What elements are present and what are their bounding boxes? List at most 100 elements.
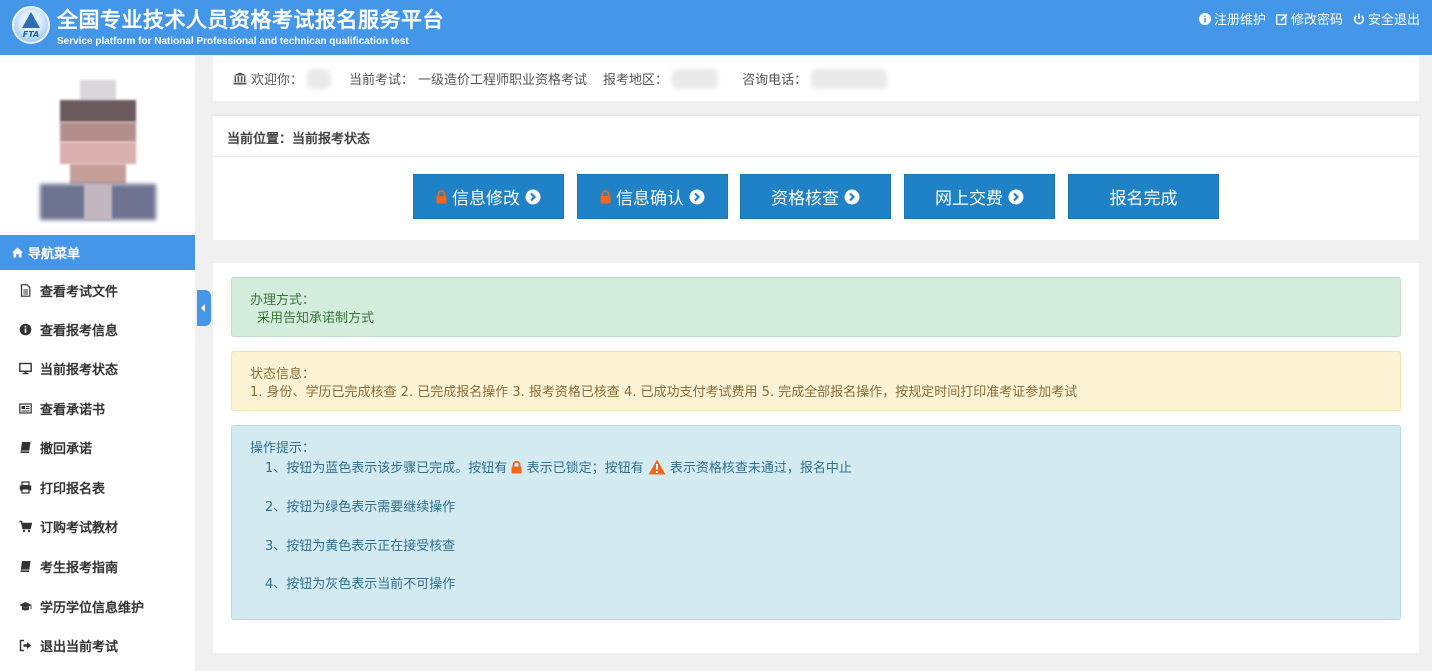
lock-icon <box>511 461 522 474</box>
sidebar-item-label: 考生报考指南 <box>40 561 119 576</box>
breadcrumb: 当前位置：当前报考状态 <box>227 132 371 147</box>
registration-steps-panel: 当前位置：当前报考状态 信息修改 信息确认 资格核查 网上交费 报名完成 <box>213 114 1419 240</box>
current-exam-label: 当前考试： <box>349 73 415 88</box>
sidebar: 导航菜单 查看考试文件 查看报考信息 当前报考状态 查看承诺书 撤回承诺 打印报… <box>0 55 195 671</box>
sidebar-item-label: 退出当前考试 <box>40 640 119 655</box>
register-maintain-label: 注册维护 <box>1213 13 1266 28</box>
sidebar-item-label: 当前报考状态 <box>40 363 119 378</box>
welcome-item: 欢迎你： <box>233 68 332 89</box>
redacted-username <box>307 68 332 89</box>
sidebar-item-print-form[interactable]: 打印报名表 <box>0 468 195 507</box>
monitor-icon <box>19 362 32 375</box>
method-text: 采用告知承诺制方式 <box>257 311 375 326</box>
chevron-circle-right-icon <box>689 189 705 204</box>
sidebar-item-order-textbooks[interactable]: 订购考试教材 <box>0 507 195 546</box>
step-button-info-edit[interactable]: 信息修改 <box>413 174 564 219</box>
sidebar-item-exit-exam[interactable]: 退出当前考试 <box>0 626 195 665</box>
sidebar-item-label: 查看考试文件 <box>40 285 119 300</box>
file-icon <box>20 284 31 297</box>
status-text: 1. 身份、学历已完成核查 2. 已完成报名操作 3. 报考资格已核查 4. 已… <box>250 385 1078 400</box>
sidebar-item-withdraw-commitment[interactable]: 撤回承诺 <box>0 428 195 467</box>
logout-link[interactable]: 安全退出 <box>1353 9 1420 28</box>
header-links: 注册维护 修改密码 安全退出 <box>1198 9 1420 28</box>
logo-text: FTA <box>22 30 40 39</box>
step-button-info-confirm[interactable]: 信息确认 <box>577 174 728 219</box>
nav-menu-header: 导航菜单 <box>0 235 195 270</box>
book-icon <box>20 442 31 453</box>
step-label: 资格核查 <box>771 189 839 209</box>
region-item: 报考地区： <box>603 68 719 89</box>
method-title: 办理方式： <box>250 293 316 308</box>
info-circle-icon <box>19 323 32 336</box>
sidebar-item-degree-info[interactable]: 学历学位信息维护 <box>0 587 195 626</box>
lock-icon <box>436 189 447 203</box>
book-icon <box>20 561 31 572</box>
chevron-circle-right-icon <box>1008 189 1024 204</box>
sidebar-item-label: 查看承诺书 <box>40 403 106 418</box>
edit-icon <box>1276 13 1288 25</box>
newspaper-icon <box>19 403 32 414</box>
divider <box>213 156 1419 157</box>
site-title: 全国专业技术人员资格考试报名服务平台 <box>57 8 444 32</box>
tip-line-1-part-b: 表示已锁定；按钮有 <box>526 461 644 476</box>
sidebar-item-label: 查看报考信息 <box>40 324 119 339</box>
step-button-qualification-check[interactable]: 资格核查 <box>740 174 891 219</box>
cart-icon <box>19 520 32 533</box>
sidebar-item-exam-files[interactable]: 查看考试文件 <box>0 271 195 310</box>
user-info-bar: 欢迎你： 当前考试： 一级造价工程师职业资格考试 报考地区： 咨询电话： <box>213 56 1419 101</box>
site-subtitle: Service platform for National Profession… <box>57 36 409 47</box>
sidebar-item-current-status[interactable]: 当前报考状态 <box>0 349 195 388</box>
welcome-label: 欢迎你： <box>251 73 304 88</box>
change-password-label: 修改密码 <box>1290 13 1343 28</box>
current-exam-item: 当前考试： 一级造价工程师职业资格考试 <box>349 69 587 88</box>
sidebar-item-label: 订购考试教材 <box>40 521 119 536</box>
tip-line-3: 3、按钮为黄色表示正在接受核查 <box>265 539 456 554</box>
step-button-online-payment[interactable]: 网上交费 <box>904 174 1055 219</box>
sidebar-item-exam-guide[interactable]: 考生报考指南 <box>0 547 195 586</box>
status-title: 状态信息： <box>250 367 316 382</box>
step-button-registration-complete[interactable]: 报名完成 <box>1068 174 1219 219</box>
tips-title: 操作提示： <box>250 441 316 456</box>
chevron-circle-right-icon <box>844 189 860 204</box>
sign-out-icon <box>19 639 31 652</box>
bank-icon <box>233 72 247 85</box>
top-header: FTA 全国专业技术人员资格考试报名服务平台 Service platform … <box>0 0 1432 55</box>
sidebar-item-registration-info[interactable]: 查看报考信息 <box>0 310 195 349</box>
change-password-link[interactable]: 修改密码 <box>1276 9 1343 28</box>
region-label: 报考地区： <box>603 73 669 88</box>
step-label: 报名完成 <box>1109 189 1178 209</box>
home-icon <box>12 247 23 258</box>
notices-panel: 办理方式： 采用告知承诺制方式 状态信息： 1. 身份、学历已完成核查 2. 已… <box>213 263 1419 653</box>
sidebar-item-label: 打印报名表 <box>40 482 106 497</box>
status-alert: 状态信息： 1. 身份、学历已完成核查 2. 已完成报名操作 3. 报考资格已核… <box>231 351 1401 411</box>
avatar <box>40 80 156 220</box>
chevron-circle-right-icon <box>525 189 541 204</box>
tip-line-4: 4、按钮为灰色表示当前不可操作 <box>265 577 456 592</box>
sidebar-item-label: 撤回承诺 <box>40 442 93 457</box>
sidebar-collapse-toggle[interactable] <box>197 290 211 326</box>
tip-line-1-part-c: 表示资格核查未通过，报名中止 <box>669 461 852 476</box>
register-maintain-link[interactable]: 注册维护 <box>1198 9 1266 28</box>
warning-icon <box>648 459 666 475</box>
tip-line-2: 2、按钮为绿色表示需要继续操作 <box>265 500 456 515</box>
sidebar-item-label: 学历学位信息维护 <box>40 601 145 616</box>
current-exam-value: 一级造价工程师职业资格考试 <box>418 73 588 88</box>
nav-menu-title: 导航菜单 <box>28 247 81 262</box>
step-label: 信息确认 <box>616 189 684 209</box>
tip-line-1: 1、按钮为蓝色表示该步骤已完成。按钮有 表示已锁定；按钮有 表示资格核查未通过，… <box>265 457 852 476</box>
tips-alert: 操作提示： 1、按钮为蓝色表示该步骤已完成。按钮有 表示已锁定；按钮有 表示资格… <box>231 425 1401 620</box>
redacted-phone <box>811 68 888 89</box>
tip-line-1-part-a: 1、按钮为蓝色表示该步骤已完成。按钮有 <box>265 461 508 476</box>
step-label: 信息修改 <box>452 189 520 209</box>
redacted-region <box>672 68 719 89</box>
print-icon <box>19 481 32 494</box>
phone-item: 咨询电话： <box>742 68 888 89</box>
site-logo: FTA <box>12 6 50 44</box>
method-alert: 办理方式： 采用告知承诺制方式 <box>231 277 1401 337</box>
power-icon <box>1353 13 1365 24</box>
lock-icon <box>600 189 611 203</box>
sidebar-item-commitment-letter[interactable]: 查看承诺书 <box>0 389 195 428</box>
graduation-cap-icon <box>19 602 32 611</box>
phone-label: 咨询电话： <box>742 73 808 88</box>
step-label: 网上交费 <box>935 189 1003 209</box>
